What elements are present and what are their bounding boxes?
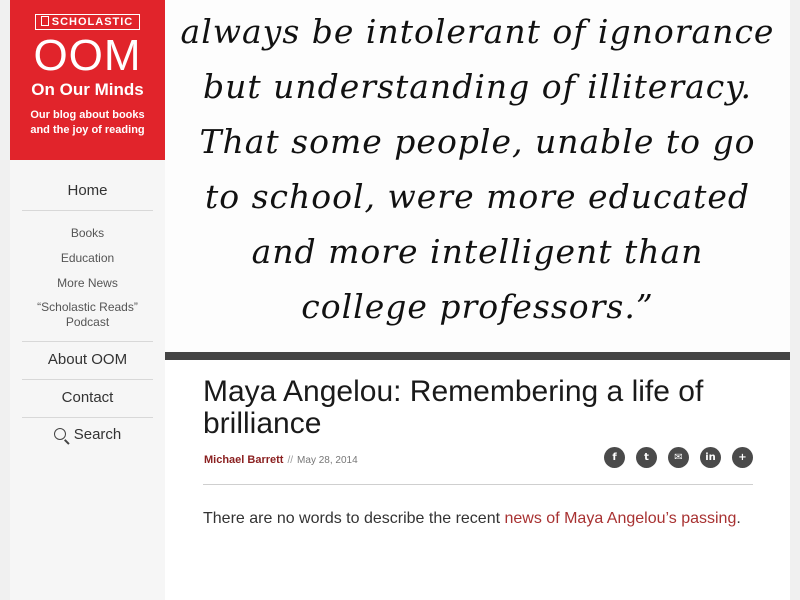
author-link[interactable]: Michael Barrett <box>204 454 283 466</box>
article-body: There are no words to describe the recen… <box>203 510 741 527</box>
linkedin-share-icon[interactable]: in <box>700 447 721 468</box>
search-button[interactable]: Search <box>22 418 153 451</box>
facebook-share-icon[interactable]: f <box>604 447 625 468</box>
nav-books[interactable]: Books <box>22 221 153 246</box>
scholastic-logo[interactable]: SCHOLASTIC <box>34 14 141 30</box>
nav-about[interactable]: About OOM <box>22 342 153 380</box>
hero-quote-image: always be intolerant of ignorance but un… <box>165 0 790 352</box>
quote-line: to school, were more educated <box>204 177 751 216</box>
nav-education[interactable]: Education <box>22 246 153 271</box>
blog-name: On Our Minds <box>31 80 144 99</box>
news-link[interactable]: news of Maya Angelou’s passing <box>505 510 737 527</box>
byline: Michael Barrett //May 28, 2014 <box>204 454 358 466</box>
page-gutter-right <box>790 0 800 600</box>
blog-tagline: Our blog about books and the joy of read… <box>30 109 145 136</box>
publish-date: May 28, 2014 <box>297 455 358 466</box>
article-meta: Michael Barrett //May 28, 2014 f t ✉ in + <box>203 447 753 485</box>
brand-block[interactable]: SCHOLASTIC OOM On Our Minds Our blog abo… <box>10 0 165 160</box>
email-share-icon[interactable]: ✉ <box>668 447 689 468</box>
byline-separator: // <box>287 455 294 466</box>
quote-line: but understanding of illiteracy. <box>203 67 752 106</box>
sidebar: SCHOLASTIC OOM On Our Minds Our blog abo… <box>10 0 165 600</box>
quote-line: That some people, unable to go <box>199 122 756 161</box>
article: Maya Angelou: Remembering a life of bril… <box>203 376 753 546</box>
nav-contact[interactable]: Contact <box>22 380 153 418</box>
page-gutter-left <box>0 0 10 600</box>
article-title: Maya Angelou: Remembering a life of bril… <box>203 375 704 440</box>
sidebar-nav: Home Books Education More News “Scholast… <box>10 172 165 451</box>
nav-podcast[interactable]: “Scholastic Reads” Podcast <box>22 296 153 335</box>
nav-home[interactable]: Home <box>22 172 153 211</box>
quote-line: always be intolerant of ignorance <box>180 12 775 51</box>
share-buttons: f t ✉ in + <box>604 447 753 468</box>
nav-sub-list: Books Education More News “Scholastic Re… <box>22 211 153 342</box>
more-share-icon[interactable]: + <box>732 447 753 468</box>
twitter-share-icon[interactable]: t <box>636 447 657 468</box>
search-icon <box>53 428 66 440</box>
nav-more-news[interactable]: More News <box>22 271 153 296</box>
blog-logo-oom[interactable]: OOM <box>10 34 165 78</box>
quote-line: college professors.” <box>301 287 654 326</box>
book-icon <box>40 16 49 26</box>
quote-line: and more intelligent than <box>251 232 704 271</box>
hero-divider <box>165 352 790 360</box>
